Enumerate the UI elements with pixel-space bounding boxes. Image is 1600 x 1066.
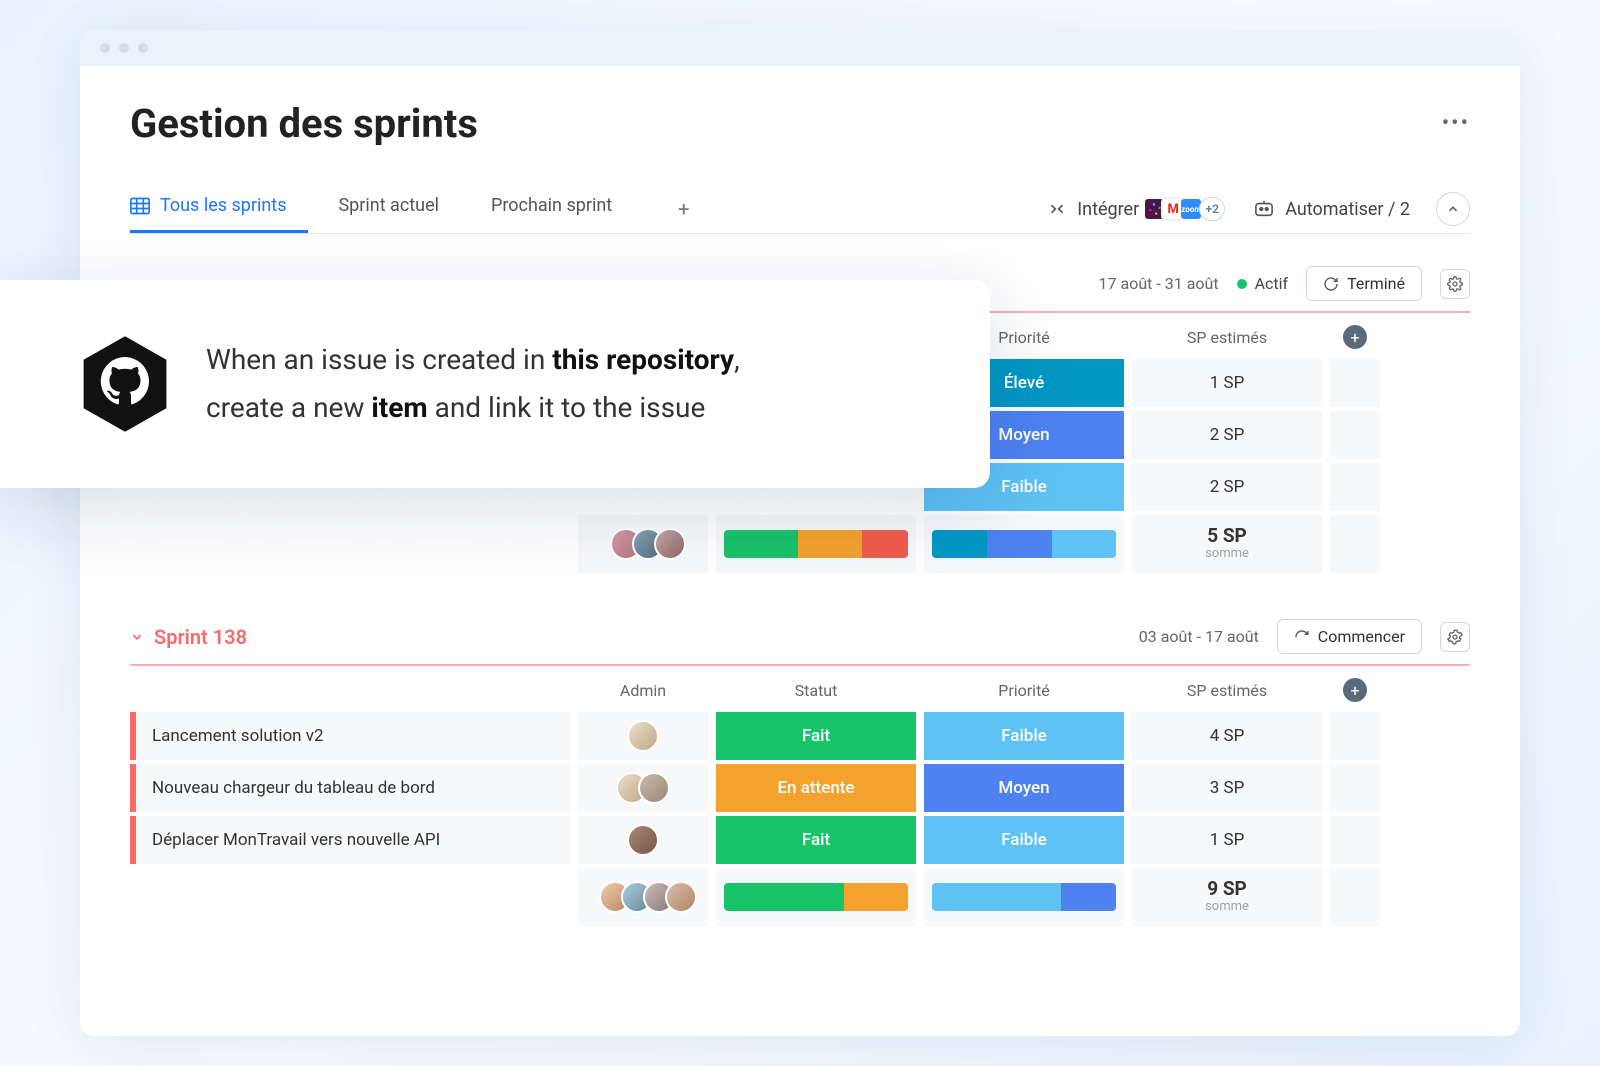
sprint-divider [130,664,1470,666]
window-dot [100,43,110,53]
priority-summary-bar [924,515,1124,573]
summary-avatars [578,515,708,573]
automate-button[interactable]: Automatiser / 2 [1239,193,1424,226]
summary-avatars [578,868,708,926]
tab-all-sprints[interactable]: Tous les sprints [130,185,308,233]
collapse-button[interactable] [1436,192,1470,226]
tab-current-sprint[interactable]: Sprint actuel [338,185,461,233]
priority-cell[interactable]: Faible [924,712,1124,760]
status-summary-bar [716,868,916,926]
refresh-icon [1323,276,1339,292]
app-window: Gestion des sprints ••• Tous les sprints… [80,30,1520,1036]
window-dot [119,43,129,53]
gear-icon [1447,276,1463,292]
integrate-button[interactable]: Intégrer M zoom +2 [1033,191,1239,227]
summary-row: 9 SPsomme [130,868,1470,926]
add-column-button[interactable]: + [1343,325,1367,349]
sp-cell[interactable]: 1 SP [1132,359,1322,407]
sp-cell[interactable]: 3 SP [1132,764,1322,812]
sprint-table: Admin Statut Priorité SP estimés + Lance… [130,668,1470,926]
tab-label: Prochain sprint [491,195,612,216]
priority-summary-bar [924,868,1124,926]
tab-label: Sprint actuel [338,195,439,216]
add-column-button[interactable]: + [1343,678,1367,702]
gear-icon [1447,629,1463,645]
sp-total: 5 SPsomme [1132,515,1322,573]
tab-label: Tous les sprints [160,195,286,216]
table-row[interactable]: Déplacer MonTravail vers nouvelle API Fai… [130,816,1470,864]
status-cell[interactable]: En attente [716,764,916,812]
done-label: Terminé [1347,274,1405,293]
automation-description: When an issue is created in this reposit… [206,336,740,431]
window-dot [138,43,148,53]
sprint-settings-button[interactable] [1440,269,1470,299]
col-sp: SP estimés [1132,328,1322,347]
tab-next-sprint[interactable]: Prochain sprint [491,185,634,233]
plug-icon [1047,199,1067,219]
start-button[interactable]: Commencer [1277,619,1422,654]
task-cell[interactable]: Déplacer MonTravail vers nouvelle API [130,816,570,864]
table-row[interactable]: Lancement solution v2 FaitFaible4 SP [130,712,1470,760]
tabs-bar: Tous les sprints Sprint actuel Prochain … [130,185,1470,234]
sp-total: 9 SPsomme [1132,868,1322,926]
sp-cell[interactable]: 2 SP [1132,411,1322,459]
status-cell[interactable]: Fait [716,816,916,864]
content-area: Gestion des sprints ••• Tous les sprints… [80,66,1520,946]
github-icon [80,334,170,434]
col-sp: SP estimés [1132,681,1322,700]
sprint-date-range: 03 août - 17 août [1139,627,1259,646]
window-titlebar [80,30,1520,66]
page-title: Gestion des sprints [130,100,478,147]
chevron-up-icon [1446,202,1460,216]
sprint-status: Actif [1237,274,1289,293]
add-tab-button[interactable]: + [664,187,703,231]
table-icon [130,197,150,215]
task-cell[interactable]: Nouveau chargeur du tableau de bord [130,764,570,812]
admin-cell[interactable] [578,764,708,812]
integration-icons: M zoom +2 [1149,197,1225,221]
robot-icon [1253,200,1275,218]
summary-row: 5 SPsomme [130,515,1470,573]
integrate-label: Intégrer [1077,199,1139,220]
integrations-more-count[interactable]: +2 [1199,197,1225,221]
priority-cell[interactable]: Moyen [924,764,1124,812]
sprint-header: Sprint 138 03 août - 17 août Commencer [130,613,1470,664]
start-label: Commencer [1318,627,1405,646]
status-summary-bar [716,515,916,573]
more-menu-button[interactable]: ••• [1442,111,1470,136]
table-row[interactable]: Nouveau chargeur du tableau de bord En at… [130,764,1470,812]
done-button[interactable]: Terminé [1306,266,1422,301]
col-admin: Admin [578,681,708,700]
task-cell[interactable]: Lancement solution v2 [130,712,570,760]
sprint-title[interactable]: Sprint 138 [130,625,247,649]
chevron-down-icon [130,630,144,644]
priority-cell[interactable]: Faible [924,816,1124,864]
col-status: Statut [716,681,916,700]
col-priority: Priorité [924,681,1124,700]
admin-cell[interactable] [578,712,708,760]
automation-overlay: When an issue is created in this reposit… [0,280,990,488]
sprint-group: Sprint 138 03 août - 17 août Commencer [130,613,1470,926]
sp-cell[interactable]: 2 SP [1132,463,1322,511]
admin-cell[interactable] [578,816,708,864]
table-header: Admin Statut Priorité SP estimés + [130,668,1470,712]
sprint-date-range: 17 août - 31 août [1099,274,1219,293]
refresh-icon [1294,629,1310,645]
sp-cell[interactable]: 4 SP [1132,712,1322,760]
sprint-settings-button[interactable] [1440,622,1470,652]
status-cell[interactable]: Fait [716,712,916,760]
automate-label: Automatiser / 2 [1285,199,1410,220]
sprint-name: Sprint 138 [154,625,247,649]
sp-cell[interactable]: 1 SP [1132,816,1322,864]
